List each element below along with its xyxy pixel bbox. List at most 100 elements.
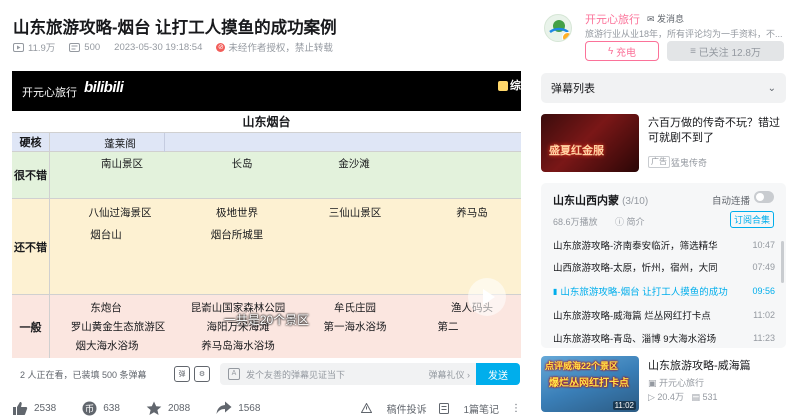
collection-item[interactable]: 山东旅游攻略-济南泰安临沂，筛选精华 10:47 [553, 234, 775, 256]
uploader-avatar[interactable] [544, 14, 572, 42]
menu-lines-icon: ≡ [690, 45, 699, 57]
tier-item: 烟大海水浴场 [75, 340, 139, 352]
ad-badge: 广告 [648, 156, 670, 168]
thumb-up-icon [13, 401, 28, 415]
collection-item[interactable]: 山东旅游攻略-威海篇 烂丛网红打卡点 11:02 [553, 304, 775, 326]
video-title: 山东旅游攻略-烟台 让打工人摸鱼的成功案例 [13, 19, 337, 37]
chevron-down-icon: ⌄ [767, 82, 776, 94]
autoplay-label: 自动连播 [711, 196, 750, 207]
recommend-thumbnail[interactable]: 点评威海22个景区 爆烂丛网红打卡点 11:02 [541, 356, 639, 412]
corner-label: 综 [498, 77, 521, 93]
channel-watermark: 开元心旅行 [22, 87, 77, 99]
danmaku-icon: ▤ [691, 392, 703, 402]
tier-item: 蓬莱阁 [104, 138, 136, 150]
report-button[interactable]: 稿件投诉 [360, 401, 427, 416]
tier-label: 硬核 [12, 133, 50, 151]
notes-button[interactable]: 1篇笔记 [438, 401, 499, 416]
verified-badge-icon [562, 32, 571, 41]
danmaku-stat: 500 [69, 42, 100, 53]
subscribe-collection-button[interactable]: 订阅合集 [730, 211, 774, 228]
tier-item: 南山景区 [101, 158, 143, 170]
like-button[interactable]: 2538 [12, 401, 56, 416]
tier-item: 三仙山景区 [328, 207, 382, 219]
coin-icon: 币 [82, 401, 97, 415]
forbid-icon: ⊘ [216, 42, 226, 52]
bilibili-logo: bilibili [84, 79, 124, 96]
ad-source: 猛鬼传奇 [671, 158, 708, 168]
tier-label: 还不错 [12, 199, 50, 294]
autoplay-toggle[interactable] [754, 191, 774, 203]
share-button[interactable]: 1568 [216, 401, 260, 415]
share-arrow-icon [216, 401, 232, 414]
collection-panel: 山东山西内蒙 (3/10) 自动连播 68.6万播放 ⓘ 简介 订阅合集 山东旅… [541, 183, 786, 348]
uploader-description: 旅游行业从业18年，所有评论均为一手资料，不... [585, 29, 783, 39]
video-page: 山东旅游攻略-烟台 让打工人摸鱼的成功案例 11.9万 500 2023-05-… [0, 0, 800, 420]
recommend-title[interactable]: 山东旅游攻略-威海篇 [648, 357, 751, 373]
more-icon[interactable]: ⋮ [511, 403, 521, 414]
ad-title[interactable]: 六百万做的传奇不玩？错过可就剧不到了 [648, 116, 786, 146]
play-count-icon [13, 42, 24, 52]
tier-item: 极地世界 [216, 207, 258, 219]
danmaku-etiquette-link[interactable]: 弹幕礼仪 › [429, 368, 471, 381]
collection-brief[interactable]: ⓘ 简介 [615, 215, 645, 228]
video-meta: 11.9万 500 2023-05-30 19:18:54 ⊘ 未经作者授权，禁… [13, 40, 347, 54]
collection-item[interactable]: 山东旅游攻略-青岛、淄博 9大海水浴场 11:23 [553, 327, 775, 348]
tier-row-great: 很不错 南山景区 长岛 金沙滩 [12, 152, 521, 199]
charge-button[interactable]: ϟ 充电 [585, 41, 659, 61]
message-button[interactable]: ✉ 发消息 [647, 12, 684, 25]
collection-scrollbar[interactable] [781, 241, 784, 283]
divider [164, 133, 165, 152]
ad-thumb-text: 盛夏红金服 [549, 145, 604, 157]
coin-button[interactable]: 币 638 [82, 401, 120, 416]
recommend-uploader[interactable]: ▣ 开元心旅行 [648, 376, 704, 389]
video-player[interactable]: 开元心旅行 bilibili 综 山东烟台 硬核 蓬莱阁 很不错 南山景区 长岛… [12, 71, 521, 358]
tier-item: 烟台山 [90, 229, 122, 241]
danmaku-input[interactable]: A 发个友善的弹幕见证当下 弹幕礼仪 › [220, 363, 476, 385]
views-stat: 11.9万 [13, 40, 55, 54]
collection-item[interactable]: 山西旅游攻略-太原，忻州，宿州，大同 07:49 [553, 256, 775, 278]
danmaku-settings-icon[interactable]: ⚙ [194, 366, 210, 382]
player-topbar: 开元心旅行 bilibili 综 [12, 71, 521, 111]
video-subtitle: 一共是20个景区 [223, 313, 310, 327]
tier-item: 烟台所城里 [210, 229, 264, 241]
tier-item: 金沙滩 [338, 158, 370, 170]
tier-item: 养马岛 [456, 207, 488, 219]
up-icon: ▣ [648, 378, 660, 388]
star-icon [146, 401, 162, 415]
tier-item: 长岛 [231, 158, 253, 170]
tier-label: 很不错 [12, 152, 50, 198]
uploader-name[interactable]: 开元心旅行 [585, 11, 640, 27]
recommend-stats: ▷ 20.4万 ▤ 531 [648, 392, 718, 402]
danmaku-icon [69, 42, 81, 52]
collection-plays: 68.6万播放 [553, 217, 598, 227]
copyright-notice: ⊘ 未经作者授权，禁止转载 [216, 42, 333, 54]
follow-button[interactable]: ≡ 已关注 12.8万 [667, 41, 784, 61]
favorite-button[interactable]: 2088 [146, 401, 190, 416]
ad-card[interactable]: 盛夏红金服 六百万做的传奇不玩？错过可就剧不到了 广告 猛鬼传奇 [541, 114, 786, 172]
warning-icon [360, 403, 372, 413]
tier-row-good: 还不错 八仙过海景区 极地世界 三仙山景区 养马岛 烟台山 烟台所城里 [12, 199, 521, 295]
danmaku-bar: 2 人正在看，已装填 500 条弹幕 弹 ⚙ A 发个友善的弹幕见证当下 弹幕礼… [12, 359, 521, 389]
send-danmaku-button[interactable]: 发送 [476, 363, 520, 385]
font-style-icon[interactable]: A [228, 368, 240, 380]
ad-thumbnail[interactable]: 盛夏红金服 [541, 114, 639, 172]
thumb-up-icon [498, 81, 508, 92]
video-actions: 2538 币 638 2088 1568 稿件投诉 1篇笔记 ⋮ [12, 398, 521, 418]
note-icon [438, 402, 449, 414]
tier-row-hardcore: 硬核 蓬莱阁 [12, 133, 521, 152]
danmaku-list-toggle[interactable]: 弹幕列表 ⌄ [541, 73, 786, 103]
viewer-count: 2 人正在看，已装填 500 条弹幕 [20, 369, 147, 380]
tier-item: 养马岛海水浴场 [201, 340, 275, 352]
play-count-icon: ▷ [648, 392, 658, 402]
collection-item-active[interactable]: ▮ 山东旅游攻略-烟台 让打工人摸鱼的成功 09:56 [553, 280, 775, 302]
svg-text:币: 币 [85, 404, 94, 415]
table-title: 山东烟台 [12, 111, 521, 133]
play-icon [482, 289, 495, 305]
publish-datetime: 2023-05-30 19:18:54 [114, 41, 203, 53]
playing-icon: ▮ [553, 286, 558, 296]
collection-title[interactable]: 山东山西内蒙 (3/10) [553, 192, 648, 208]
lightning-icon: ϟ [607, 45, 617, 57]
recommend-card[interactable]: 点评威海22个景区 爆烂丛网红打卡点 11:02 山东旅游攻略-威海篇 ▣ 开元… [541, 356, 786, 412]
video-duration: 11:02 [612, 401, 636, 410]
danmaku-toggle-icon[interactable]: 弹 [174, 366, 190, 382]
